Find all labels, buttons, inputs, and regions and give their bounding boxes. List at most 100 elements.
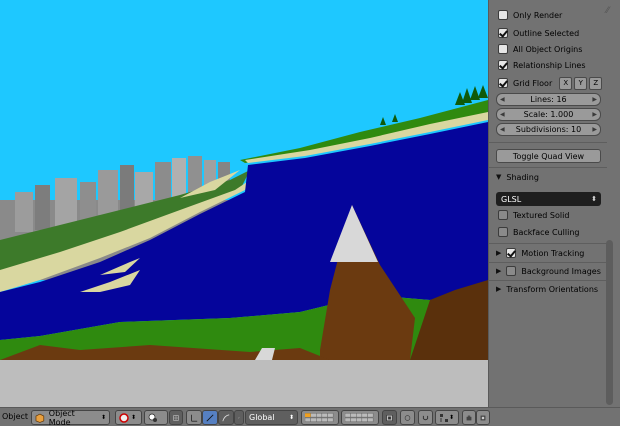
grid-floor-toggle[interactable]: Grid Floor X Y Z: [498, 76, 603, 90]
opengl-render-button[interactable]: [462, 410, 476, 425]
arc-icon: [238, 416, 240, 419]
grid-subdivisions-value: Subdivisions: 10: [515, 125, 582, 134]
textured-solid-label: Textured Solid: [513, 210, 570, 220]
divider: [489, 243, 607, 244]
grid-axis-y-button[interactable]: Y: [574, 76, 588, 90]
dropdown-arrows-icon: ⬍: [131, 414, 137, 421]
dropdown-arrows-icon: ⬍: [288, 414, 294, 421]
snap-increment-icon: [440, 413, 448, 422]
magnet-icon: [422, 415, 429, 420]
outline-selected-toggle[interactable]: Outline Selected: [498, 26, 579, 40]
expanded-triangle-icon: ▼: [496, 173, 502, 181]
snap-element-select[interactable]: ⬍: [435, 410, 459, 425]
pivot-point-select[interactable]: [144, 410, 168, 425]
relationship-lines-checkbox[interactable]: [498, 60, 508, 70]
motion-tracking-checkbox[interactable]: [506, 248, 517, 258]
motion-tracking-panel-header[interactable]: ▶ Motion Tracking: [496, 246, 584, 260]
manipulator-icon: [173, 414, 179, 421]
shading-mode-value: GLSL: [501, 194, 522, 204]
pivot-icon: [148, 413, 157, 422]
mode-select[interactable]: Object Mode ⬍: [31, 408, 110, 426]
axis-arrows-icon: [191, 414, 198, 422]
grid-axis-x-button[interactable]: X: [559, 76, 573, 90]
background-images-label: Background Images: [521, 266, 601, 276]
lock-layers-button[interactable]: [382, 410, 397, 425]
collapsed-triangle-icon: ▶: [496, 285, 502, 293]
extra-manipulator-button[interactable]: [234, 410, 244, 425]
increment-arrow-icon[interactable]: ▶: [592, 111, 597, 118]
proportional-edit-button[interactable]: [400, 410, 415, 425]
manipulator-toggle[interactable]: [169, 410, 183, 425]
outline-selected-label: Outline Selected: [513, 28, 580, 38]
outline-selected-checkbox[interactable]: [498, 28, 508, 38]
dropdown-arrows-icon: ⬍: [591, 195, 597, 203]
layer-grid-icon: [305, 412, 334, 422]
divider: [489, 262, 607, 263]
dropdown-arrows-icon: ⬍: [449, 414, 455, 421]
orientation-value: Global: [249, 413, 275, 422]
shading-panel-header[interactable]: ▼ Shading: [496, 170, 539, 184]
backface-culling-checkbox[interactable]: [498, 227, 508, 237]
grid-axis-z-button[interactable]: Z: [589, 76, 603, 90]
textured-solid-toggle[interactable]: Textured Solid: [498, 208, 569, 222]
grid-scale-field[interactable]: ◀ Scale: 1.000 ▶: [496, 108, 601, 121]
only-render-label: Only Render: [513, 10, 563, 20]
only-render-toggle[interactable]: Only Render: [498, 8, 562, 22]
viewport-shading-select[interactable]: ⬍: [115, 410, 142, 425]
textured-solid-checkbox[interactable]: [498, 210, 508, 220]
grid-scale-value: Scale: 1.000: [523, 110, 574, 119]
translate-manipulator-button[interactable]: [186, 410, 202, 425]
opengl-render-animation-button[interactable]: [476, 410, 490, 425]
scale-manipulator-button[interactable]: [218, 410, 234, 425]
increment-arrow-icon[interactable]: ▶: [592, 126, 597, 133]
layers-lock-icon: [386, 414, 393, 421]
background-images-panel-header[interactable]: ▶ Background Images: [496, 264, 601, 278]
all-object-origins-checkbox[interactable]: [498, 44, 508, 54]
transform-orientations-panel-header[interactable]: ▶ Transform Orientations: [496, 282, 598, 296]
collapsed-triangle-icon: ▶: [496, 267, 502, 275]
rotate-icon: [206, 414, 214, 421]
increment-arrow-icon[interactable]: ▶: [592, 96, 597, 103]
rotate-manipulator-button[interactable]: [202, 410, 218, 425]
toggle-quad-view-button[interactable]: Toggle Quad View: [496, 149, 601, 163]
divider: [489, 280, 607, 281]
background-images-checkbox[interactable]: [506, 266, 517, 276]
3d-viewport[interactable]: [0, 0, 488, 407]
grid-subdivisions-field[interactable]: ◀ Subdivisions: 10 ▶: [496, 123, 601, 136]
properties-sidebar: Only Render Outline Selected All Object …: [488, 0, 620, 407]
shading-title: Shading: [506, 172, 539, 182]
divider: [489, 167, 607, 168]
decrement-arrow-icon[interactable]: ◀: [500, 96, 505, 103]
snap-button[interactable]: [418, 410, 433, 425]
camera-icon: [466, 415, 472, 420]
layers-block-1[interactable]: [301, 410, 339, 425]
backface-culling-toggle[interactable]: Backface Culling: [498, 225, 579, 239]
transform-orientation-select[interactable]: Global ⬍: [245, 410, 298, 425]
decrement-arrow-icon[interactable]: ◀: [500, 126, 505, 133]
shading-mode-select[interactable]: GLSL ⬍: [496, 192, 601, 206]
circle-icon: [404, 414, 411, 421]
only-render-checkbox[interactable]: [498, 10, 508, 20]
motion-tracking-label: Motion Tracking: [521, 248, 585, 258]
decrement-arrow-icon[interactable]: ◀: [500, 111, 505, 118]
object-menu[interactable]: Object: [2, 412, 28, 421]
scene-render: [0, 85, 488, 407]
layers-block-2[interactable]: [341, 410, 379, 425]
grid-floor-checkbox[interactable]: [498, 78, 508, 88]
relationship-lines-toggle[interactable]: Relationship Lines: [498, 58, 586, 72]
grid-lines-value: Lines: 16: [530, 95, 567, 104]
cube-icon: [35, 413, 45, 423]
layer-grid-icon: [345, 412, 374, 422]
panel-grip-icon[interactable]: ⁄⁄: [606, 6, 616, 16]
dropdown-arrows-icon: ⬍: [100, 414, 106, 421]
collapsed-triangle-icon: ▶: [496, 249, 502, 257]
relationship-lines-label: Relationship Lines: [513, 60, 586, 70]
divider: [489, 142, 607, 143]
sidebar-scrollbar[interactable]: [606, 240, 613, 405]
transform-orientations-label: Transform Orientations: [506, 284, 599, 294]
mode-value: Object Mode: [48, 408, 75, 426]
all-object-origins-toggle[interactable]: All Object Origins: [498, 42, 582, 56]
3d-view-header: Object Object Mode ⬍ ⬍ Global ⬍ ⬍: [0, 407, 620, 426]
curve-icon: [222, 413, 230, 421]
grid-lines-field[interactable]: ◀ Lines: 16 ▶: [496, 93, 601, 106]
